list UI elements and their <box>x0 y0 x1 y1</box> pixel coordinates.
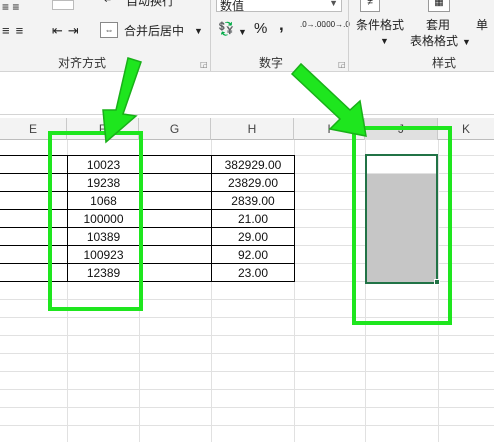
cell-h[interactable]: 92.00 <box>212 246 294 264</box>
cell-h[interactable]: 29.00 <box>212 228 294 246</box>
alignment-launcher-icon[interactable]: ◲ <box>200 60 208 69</box>
formula-area <box>0 73 494 115</box>
gridline <box>0 371 494 372</box>
number-format-value: 数值 <box>220 0 245 13</box>
column-header-g[interactable]: G <box>139 118 211 140</box>
cell-border <box>294 155 295 282</box>
decrease-decimal-button[interactable]: .00→.0 <box>324 20 350 29</box>
column-header-h[interactable]: H <box>211 118 294 140</box>
wrap-text-icon[interactable]: ↵ <box>104 0 112 8</box>
align-left-icon[interactable]: ≡≡ <box>2 24 29 38</box>
format-as-table-icon[interactable]: ▦ <box>428 0 450 12</box>
gridline <box>0 335 494 336</box>
cell-h[interactable]: 2839.00 <box>212 192 294 210</box>
highlight-box-column-f <box>48 131 143 311</box>
cell-h[interactable]: 21.00 <box>212 210 294 228</box>
wrap-text-button[interactable]: 自动换行 <box>126 0 174 8</box>
format-as-table-line1[interactable]: 套用 <box>426 18 450 32</box>
cell-h[interactable]: 382929.00 <box>212 156 294 174</box>
cell-h[interactable]: 23.00 <box>212 264 294 282</box>
number-format-select[interactable]: 数值 ▼ <box>216 0 342 13</box>
conditional-format-icon[interactable]: ≠ <box>360 0 380 12</box>
styles-group-label: 样式 <box>432 56 457 70</box>
align-row-top-icons[interactable]: ≡ ≡ <box>2 0 19 14</box>
comma-button[interactable]: , <box>279 16 284 33</box>
cell-h[interactable]: 23829.00 <box>212 174 294 192</box>
percent-button[interactable]: % <box>254 21 267 36</box>
number-launcher-icon[interactable]: ◲ <box>338 60 346 69</box>
number-group-label: 数字 <box>259 56 284 70</box>
merge-dropdown-icon[interactable]: ▼ <box>194 24 203 38</box>
increase-decimal-button[interactable]: .0→.00 <box>300 20 326 29</box>
alignment-group-label: 对齐方式 <box>58 56 107 70</box>
conditional-format-button[interactable]: 条件格式 <box>356 18 404 32</box>
currency-dropdown-icon[interactable]: ▼ <box>238 25 247 39</box>
gridline <box>0 407 494 408</box>
highlight-box-column-j <box>352 126 452 325</box>
conditional-format-dropdown-icon[interactable]: ▼ <box>380 34 389 48</box>
format-as-table-button[interactable]: 表格格式 <box>410 34 458 48</box>
ribbon: ≡ ≡ ↵ 自动换行 ≡≡ ⇤⇥ ⇔ 合并后居中 ▼ 对齐方式 ◲ 数值 ▼ 💱… <box>0 0 494 72</box>
chevron-down-icon: ▼ <box>329 0 338 8</box>
gridline <box>0 425 494 426</box>
cell-styles-button[interactable]: 单 <box>476 18 488 32</box>
gridline <box>0 389 494 390</box>
currency-icon[interactable]: 💱 <box>218 22 234 36</box>
merge-center-button[interactable]: 合并后居中 <box>124 24 184 38</box>
orientation-icon[interactable] <box>52 0 74 10</box>
format-as-table-dropdown-icon[interactable]: ▼ <box>462 35 471 49</box>
ribbon-separator <box>348 0 349 71</box>
gridline <box>0 353 494 354</box>
merge-center-icon[interactable]: ⇔ <box>100 22 118 38</box>
indent-icon[interactable]: ⇤⇥ <box>52 24 84 38</box>
ribbon-separator <box>210 0 211 71</box>
